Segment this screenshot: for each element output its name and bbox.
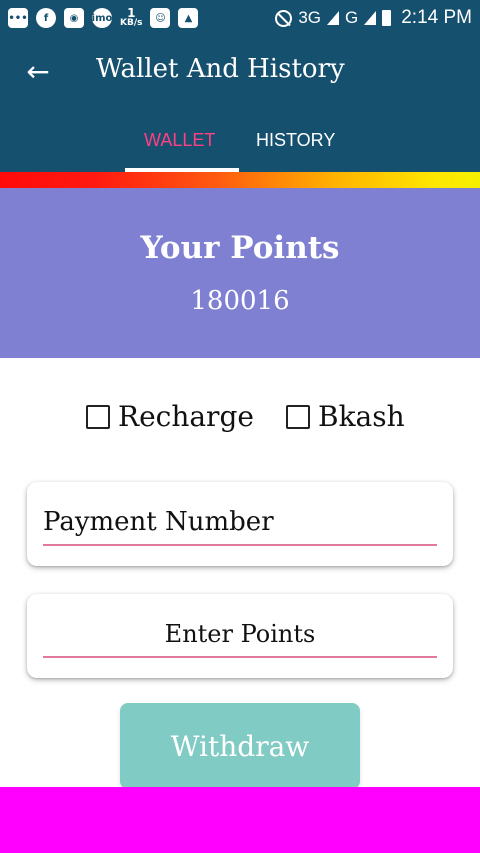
enter-points-input[interactable] xyxy=(43,612,437,658)
camera-icon: ◉ xyxy=(64,8,84,28)
facebook-icon: f xyxy=(36,8,56,28)
tab-bar: WALLET HISTORY xyxy=(0,124,480,172)
tab-history[interactable]: HISTORY xyxy=(256,130,335,151)
network-type-2: G xyxy=(345,8,359,27)
points-panel: Your Points 180016 xyxy=(0,188,480,358)
recharge-option[interactable]: Recharge xyxy=(86,400,254,433)
status-bar: ••• f ◉ imo 1 KB/s ☺ ▲ 3G G 2:14 PM xyxy=(0,0,480,36)
battery-icon xyxy=(382,10,392,26)
payment-number-card xyxy=(27,482,453,566)
recharge-label[interactable]: Recharge xyxy=(118,400,254,433)
bkash-label[interactable]: Bkash xyxy=(318,400,405,433)
payment-method-options: Recharge Bkash xyxy=(0,400,480,440)
points-value: 180016 xyxy=(190,286,290,316)
withdraw-button[interactable]: Withdraw xyxy=(120,703,360,789)
network-type-1: 3G xyxy=(298,8,321,27)
enter-points-card xyxy=(27,594,453,678)
page-title: Wallet And History xyxy=(96,54,345,84)
dnd-icon xyxy=(275,9,293,27)
image-icon: ▲ xyxy=(178,8,199,28)
imo-icon: imo xyxy=(92,8,112,28)
status-right-icons: 3G G 2:14 PM xyxy=(275,7,472,29)
payment-number-input[interactable] xyxy=(43,500,437,546)
back-arrow-icon[interactable]: ← xyxy=(22,56,54,88)
bkash-checkbox[interactable] xyxy=(286,404,310,429)
app-bar: ← Wallet And History WALLET HISTORY xyxy=(0,36,480,172)
clock: 2:14 PM xyxy=(401,7,472,28)
signal-icon xyxy=(327,11,339,25)
tab-wallet[interactable]: WALLET xyxy=(144,130,215,151)
bkash-option[interactable]: Bkash xyxy=(286,400,405,433)
network-speed-unit: KB/s xyxy=(120,18,143,28)
network-speed: 1 KB/s xyxy=(120,7,143,28)
status-left-icons: ••• f ◉ imo 1 KB/s ☺ ▲ xyxy=(8,7,199,28)
recharge-checkbox[interactable] xyxy=(86,404,110,429)
signal-icon xyxy=(364,11,377,25)
message-icon: ☺ xyxy=(150,8,171,28)
gradient-divider xyxy=(0,172,480,188)
chat-icon: ••• xyxy=(8,8,28,28)
points-title: Your Points xyxy=(140,230,340,266)
footer-bar xyxy=(0,787,480,853)
